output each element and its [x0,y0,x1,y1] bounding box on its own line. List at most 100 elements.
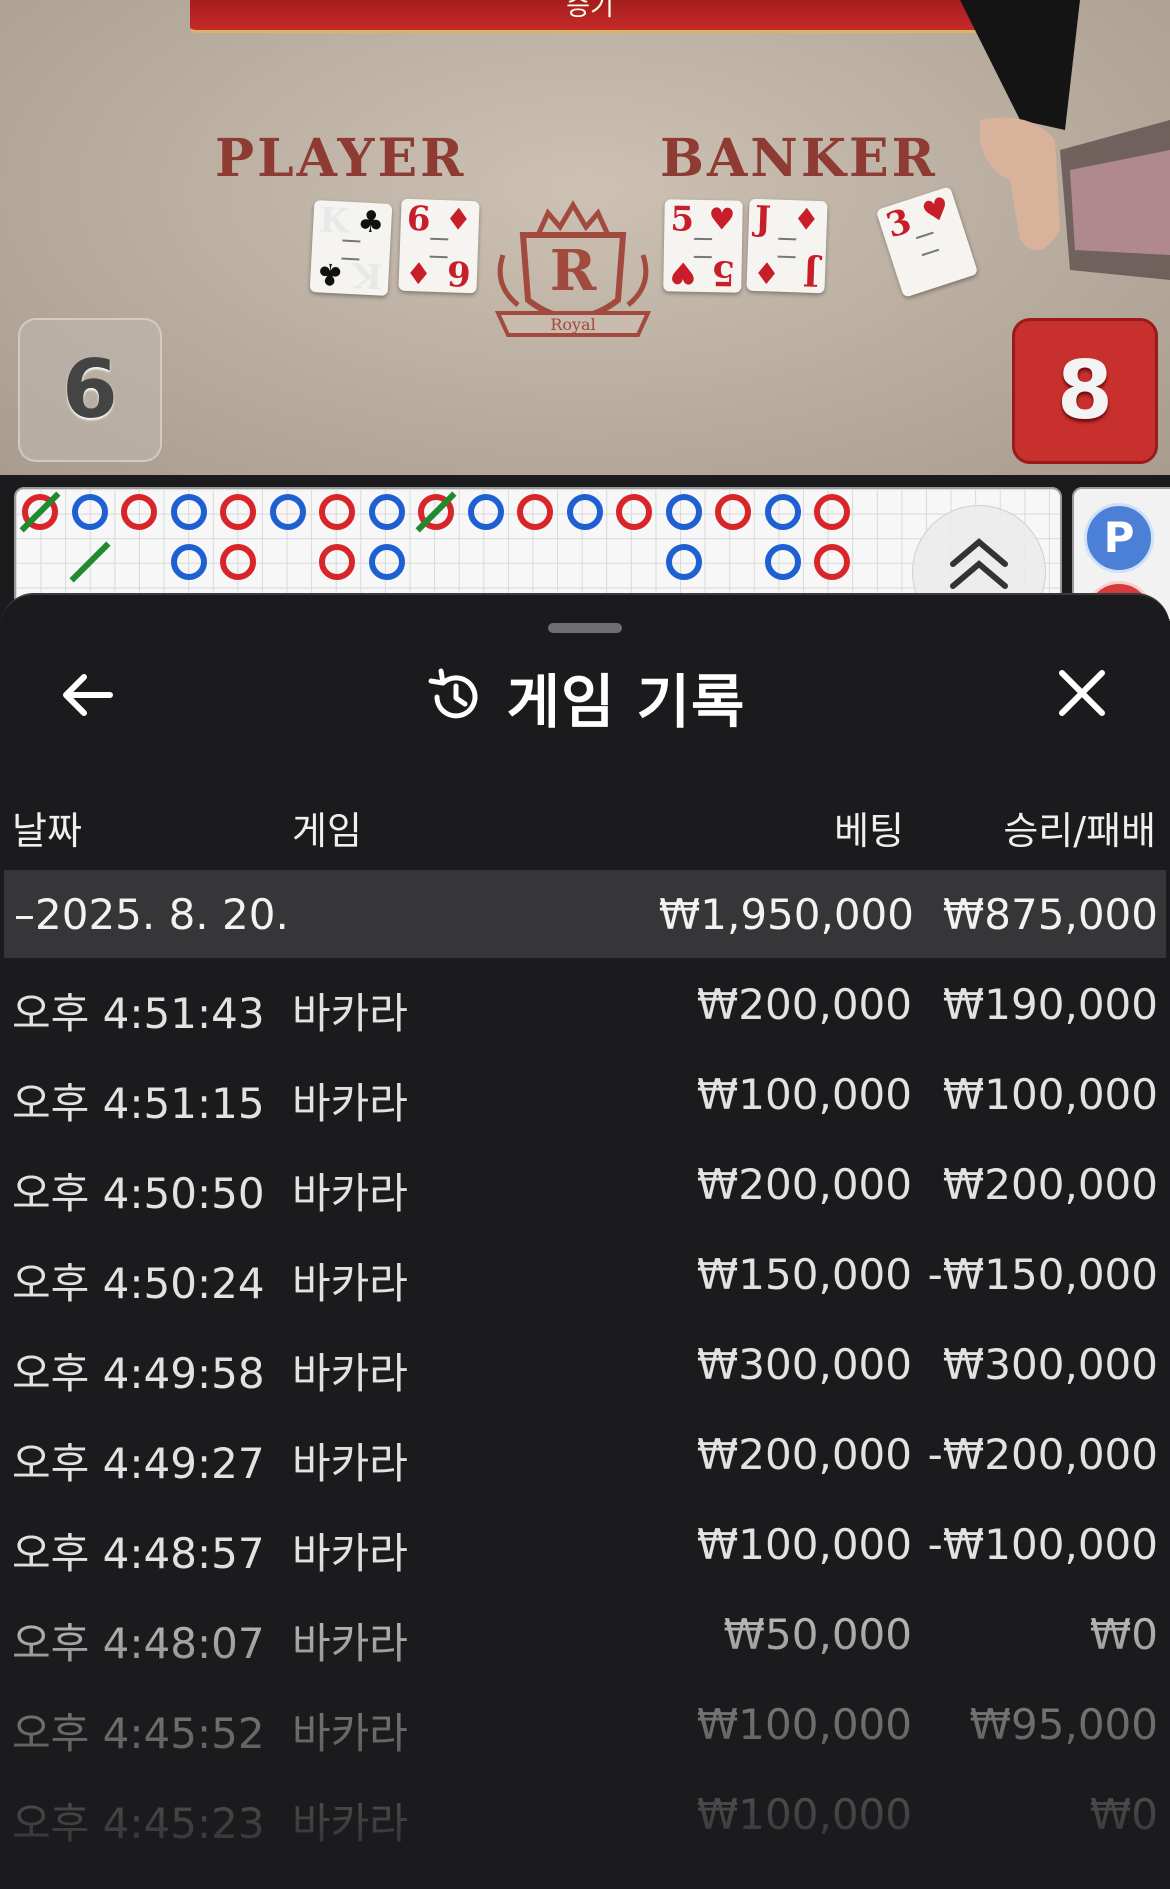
road-bead-banker [517,494,553,530]
row-result: ₩200,000 [942,1160,1158,1209]
close-button[interactable] [1050,661,1114,725]
card-suit: ♦ [752,253,781,290]
row-bet: ₩200,000 [696,980,912,1029]
date-group-row[interactable]: –2025. 8. 20. ₩1,950,000 ₩875,000 [4,870,1166,958]
road-bead-player [765,494,801,530]
row-game: 바카라 [292,1529,408,1578]
card-suit: ♦ [404,253,433,290]
table-row[interactable]: 오후 4:50:50 바카라 ₩200,000 ₩200,000 [0,1138,1170,1228]
card-rank: 3 [881,201,917,247]
row-time: 오후 4:45:23 [12,1799,265,1848]
row-time: 오후 4:51:15 [12,1079,265,1128]
road-bead-banker [814,544,850,580]
road-bead-banker [220,544,256,580]
row-bet: ₩200,000 [696,1430,912,1479]
column-header-date: 날짜 [12,809,82,853]
page-title: 게임 기록 [506,668,746,736]
card-suit: ♣ [356,204,386,241]
road-bead-player [666,494,702,530]
row-time: 오후 4:45:52 [12,1709,265,1758]
road-bead-player [666,544,702,580]
chevron-double-up-icon [950,538,1008,589]
row-game: 바카라 [292,1799,408,1848]
date-group-result-total: ₩875,000 [942,890,1158,939]
game-history-sheet: 게임 기록 날짜 게임 베팅 승리/패배 –2025. 8. 20. ₩1,95… [0,593,1170,1889]
row-bet: ₩100,000 [696,1700,912,1749]
row-game: 바카라 [292,1079,408,1128]
table-row[interactable]: 오후 4:45:23 바카라 ₩100,000 ₩0 [0,1768,1170,1858]
row-bet: ₩150,000 [696,1250,912,1299]
card-suit: ♣ [315,255,345,292]
table-header: 날짜 게임 베팅 승리/패배 [0,800,1170,860]
row-time: 오후 4:48:07 [12,1619,265,1668]
card-suit: ♦ [792,202,821,239]
card-suit: ♥ [708,202,736,238]
column-header-bet: 베팅 [834,809,904,853]
row-result: ₩0 [1089,1790,1158,1839]
row-game: 바카라 [292,1439,408,1488]
row-result: ₩0 [1089,1610,1158,1659]
date-group-label: –2025. 8. 20. [14,890,289,939]
table-row[interactable]: 오후 4:49:27 바카라 ₩200,000 -₩200,000 [0,1408,1170,1498]
row-time: 오후 4:49:58 [12,1349,265,1398]
live-video-feed: 승기 PLAYER BANKER K ♣ ♣ K 6 ♦ ♦ 6 R Royal… [0,0,1170,475]
row-game: 바카라 [292,1259,408,1308]
row-game: 바카라 [292,1349,408,1398]
card-rank: K [352,254,384,296]
row-game: 바카라 [292,989,408,1038]
history-icon [428,668,478,719]
road-bead-banker [319,494,355,530]
card-rank: 5 [670,199,695,240]
row-result: ₩300,000 [942,1340,1158,1389]
card-suit: ♥ [669,254,697,290]
row-bet: ₩100,000 [696,1790,912,1839]
card-rank: J [754,198,772,240]
table-row[interactable]: 오후 4:51:43 바카라 ₩200,000 ₩190,000 [0,958,1170,1048]
top-banner-text: 승기 [566,0,614,22]
card-suit: ♦ [444,202,473,239]
row-result: ₩100,000 [942,1070,1158,1119]
row-time: 오후 4:48:57 [12,1529,265,1578]
card-suit: ♥ [918,190,955,232]
royal-logo: R Royal [494,200,652,337]
card-rank: K [318,200,350,242]
row-bet: ₩50,000 [723,1610,913,1659]
road-bead-player [567,494,603,530]
row-bet: ₩100,000 [696,1520,912,1569]
table-row[interactable]: 오후 4:50:24 바카라 ₩150,000 -₩150,000 [0,1228,1170,1318]
column-header-result: 승리/패배 [1003,809,1156,853]
player-score: 6 [18,318,162,462]
row-result: ₩95,000 [969,1700,1159,1749]
table-row[interactable]: 오후 4:51:15 바카라 ₩100,000 ₩100,000 [0,1048,1170,1138]
road-bead-player [171,494,207,530]
player-label: PLAYER [215,128,467,189]
row-result: -₩100,000 [927,1520,1158,1569]
row-time: 오후 4:50:24 [12,1259,265,1308]
road-bead-banker [616,494,652,530]
card-rank: J [802,252,820,294]
row-bet: ₩200,000 [696,1160,912,1209]
close-icon [1059,670,1105,716]
logo-letter: R [550,238,597,304]
row-time: 오후 4:49:27 [12,1439,265,1488]
sheet-header: 게임 기록 [0,655,1170,736]
road-tie-mark [69,541,111,583]
road-bead-banker [319,544,355,580]
card-rank: 6 [406,198,432,240]
road-bead-player [369,544,405,580]
banker-score: 8 [1012,318,1158,464]
column-header-game: 게임 [292,809,362,853]
road-bead-banker [220,494,256,530]
row-game: 바카라 [292,1709,408,1758]
sheet-drag-handle[interactable] [548,623,622,633]
road-bead-player [369,494,405,530]
table-row[interactable]: 오후 4:48:07 바카라 ₩50,000 ₩0 [0,1588,1170,1678]
row-time: 오후 4:50:50 [12,1169,265,1218]
table-row[interactable]: 오후 4:48:57 바카라 ₩100,000 -₩100,000 [0,1498,1170,1588]
date-group-bet-total: ₩1,950,000 [658,890,914,939]
table-row[interactable]: 오후 4:45:52 바카라 ₩100,000 ₩95,000 [0,1678,1170,1768]
logo-ribbon: Royal [550,315,595,334]
table-row[interactable]: 오후 4:49:58 바카라 ₩300,000 ₩300,000 [0,1318,1170,1408]
dealer-hand-image [960,0,1170,280]
road-bead-player [72,494,108,530]
